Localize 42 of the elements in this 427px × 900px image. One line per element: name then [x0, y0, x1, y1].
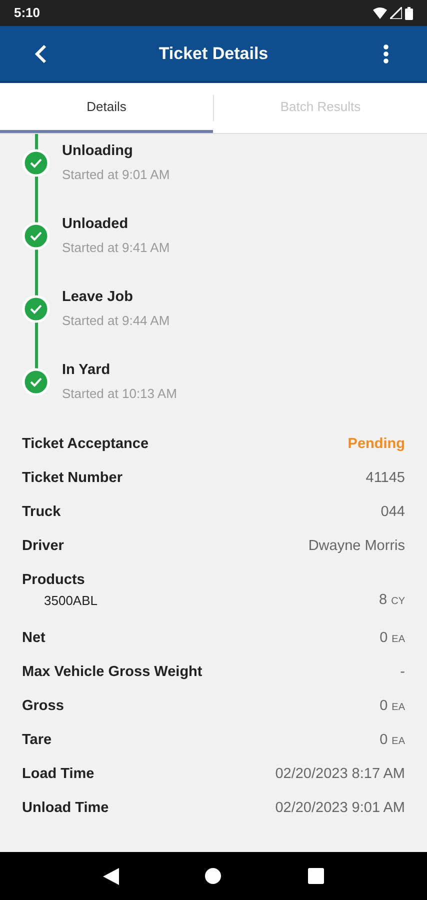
detail-value: 02/20/2023 8:17 AM	[275, 765, 405, 784]
detail-label: Unload Time	[22, 799, 109, 818]
clock: 5:10	[14, 4, 40, 22]
step-title: In Yard	[62, 361, 112, 380]
detail-value: Dwayne Morris	[308, 537, 405, 556]
detail-value: -	[400, 663, 405, 682]
battery-icon	[405, 6, 413, 20]
detail-label: Tare	[22, 731, 52, 750]
triangle-icon	[103, 868, 120, 884]
detail-value: 41145	[366, 469, 405, 488]
step-title: Unloaded	[62, 215, 130, 234]
detail-value: 0 EA	[380, 731, 405, 750]
circle-icon	[205, 868, 222, 884]
product-name: 3500ABL	[44, 592, 98, 610]
wifi-icon	[373, 7, 387, 19]
more-icon	[382, 44, 389, 64]
detail-label: Driver	[22, 537, 64, 556]
detail-label: Max Vehicle Gross Weight	[22, 663, 202, 682]
detail-label: Load Time	[22, 765, 94, 784]
screen-title: Ticket Details	[158, 42, 268, 65]
step-time: Started at 9:41 AM	[62, 239, 170, 257]
detail-label: Net	[22, 629, 46, 648]
detail-value: Pending	[348, 435, 405, 454]
detail-label: Ticket Number	[22, 469, 122, 488]
tab[interactable]: Details	[0, 83, 213, 133]
back-icon	[34, 44, 48, 64]
detail-label: Gross	[22, 697, 64, 716]
step-time: Started at 9:44 AM	[62, 312, 170, 330]
detail-label: Ticket Acceptance	[22, 435, 149, 454]
step-time: Started at 9:01 AM	[62, 166, 170, 184]
detail-value: 8 CY	[379, 591, 405, 610]
detail-value: 02/20/2023 9:01 AM	[275, 799, 405, 818]
detail-label: Products	[22, 571, 85, 590]
detail-label: Truck	[22, 503, 61, 522]
detail-value: 044	[380, 503, 405, 522]
detail-value: 0 EA	[380, 697, 405, 716]
step-title: Unloading	[62, 142, 134, 161]
square-icon	[308, 868, 324, 884]
step-title: Leave Job	[62, 288, 134, 307]
detail-value: 0 EA	[380, 629, 405, 648]
signal-icon	[390, 7, 402, 19]
step-time: Started at 10:13 AM	[62, 385, 177, 403]
